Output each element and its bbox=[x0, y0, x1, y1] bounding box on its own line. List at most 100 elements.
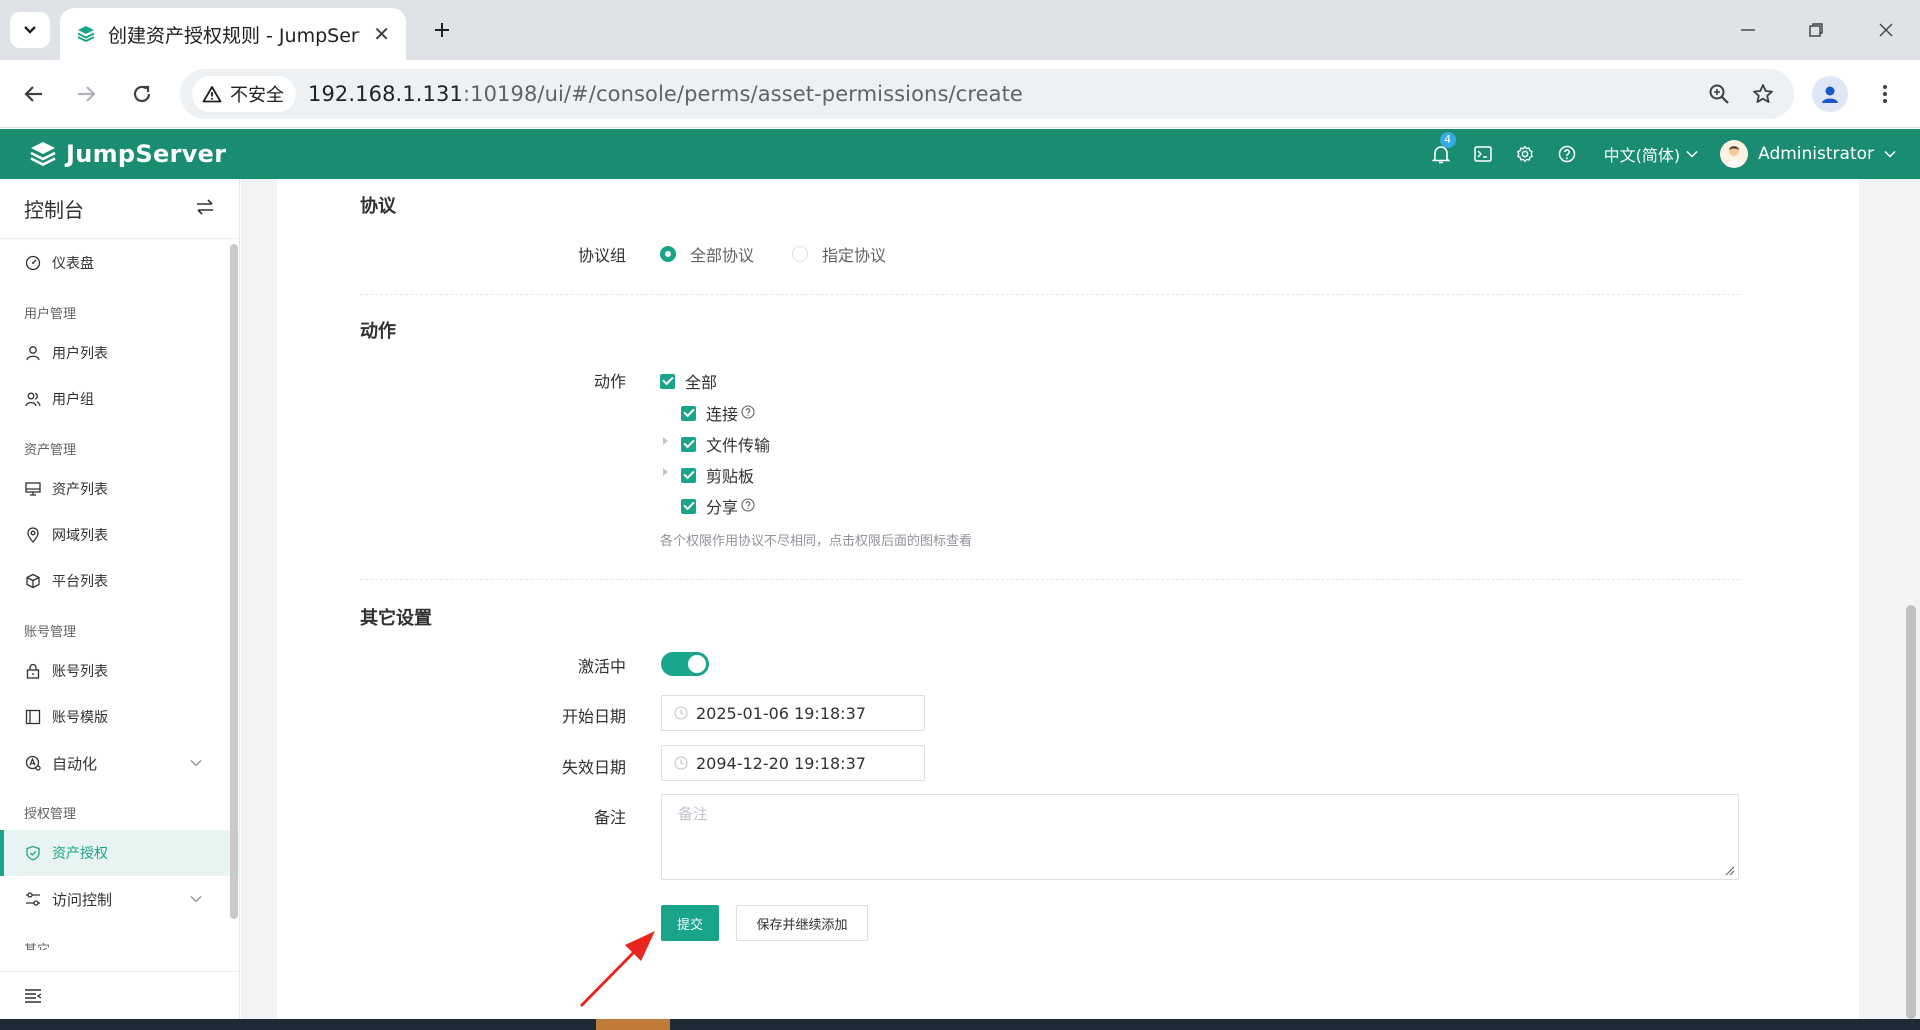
checkbox-checked bbox=[660, 373, 675, 389]
sidebar-item-account-template[interactable]: 账号模版 bbox=[0, 694, 240, 740]
checkbox-action-connect[interactable]: 连接 bbox=[681, 401, 755, 425]
sidebar-item-label: 账号模版 bbox=[52, 710, 108, 726]
checkbox-action-transfer[interactable]: 文件传输 bbox=[681, 432, 770, 456]
app-header: JumpServer 4 中文(简体) Administrator bbox=[0, 129, 1920, 179]
expand-caret-icon[interactable] bbox=[663, 437, 668, 445]
checkbox-action-share[interactable]: 分享 bbox=[681, 494, 755, 518]
chevron-down-icon bbox=[1884, 150, 1896, 158]
web-terminal-button[interactable] bbox=[1462, 129, 1504, 179]
checkbox-action-all[interactable]: 全部 bbox=[660, 369, 717, 393]
browser-tab-active[interactable]: 创建资产授权规则 - JumpServer ✕ bbox=[60, 8, 406, 60]
sidebar-item-user-groups[interactable]: 用户组 bbox=[0, 376, 240, 422]
sidebar-item-account-list[interactable]: 账号列表 bbox=[0, 648, 240, 694]
start-date-label: 开始日期 bbox=[561, 707, 626, 726]
tab-search-button[interactable] bbox=[10, 12, 50, 48]
new-tab-button[interactable] bbox=[424, 12, 460, 48]
settings-button[interactable] bbox=[1504, 129, 1546, 179]
checkbox-action-clipboard[interactable]: 剪贴板 bbox=[681, 463, 754, 487]
resize-handle-icon[interactable] bbox=[1725, 866, 1735, 876]
gear-icon bbox=[1516, 145, 1533, 163]
brand-name: JumpServer bbox=[66, 140, 227, 168]
chevron-down-icon bbox=[24, 26, 36, 34]
sidebar-item-dashboard[interactable]: 仪表盘 bbox=[0, 240, 240, 286]
sidebar-item-access-control[interactable]: 访问控制 bbox=[0, 876, 240, 922]
clock-icon bbox=[674, 706, 688, 720]
jumpserver-logo-icon bbox=[30, 142, 56, 166]
sidebar-title: 控制台 bbox=[24, 198, 84, 222]
browser-tab-bar: 创建资产授权规则 - JumpServer ✕ bbox=[0, 0, 1920, 60]
sidebar-item-label: 用户组 bbox=[52, 392, 94, 408]
sidebar-item-label: 自动化 bbox=[52, 754, 98, 773]
checkbox-label: 文件传输 bbox=[706, 436, 771, 455]
active-switch[interactable] bbox=[661, 652, 709, 676]
section-title-protocol: 协议 bbox=[360, 196, 396, 217]
os-taskbar bbox=[0, 1019, 1920, 1030]
user-avatar-icon bbox=[1725, 146, 1744, 167]
help-circle-icon[interactable] bbox=[741, 404, 755, 423]
security-indicator[interactable]: 不安全 bbox=[192, 76, 296, 112]
checkbox-checked bbox=[681, 405, 696, 421]
zoom-icon[interactable] bbox=[1708, 83, 1730, 105]
sidebar-scrollbar[interactable] bbox=[230, 244, 238, 919]
actions-hint: 各个权限作用协议不尽相同，点击权限后面的图标查看 bbox=[660, 534, 973, 549]
save-and-continue-button[interactable]: 保存并继续添加 bbox=[736, 905, 868, 941]
address-bar[interactable]: 不安全 192.168.1.131:10198/ui/#/console/per… bbox=[180, 69, 1794, 119]
annotation-arrow-icon bbox=[579, 931, 655, 1008]
sidebar-item-label: 账号列表 bbox=[52, 664, 108, 680]
help-circle-icon[interactable] bbox=[741, 497, 755, 516]
sidebar-item-user-list[interactable]: 用户列表 bbox=[0, 330, 240, 376]
notifications-button[interactable]: 4 bbox=[1420, 129, 1462, 179]
checkbox-label: 剪贴板 bbox=[706, 467, 755, 486]
radio-label: 全部协议 bbox=[690, 246, 755, 265]
browser-menu-button[interactable] bbox=[1870, 76, 1900, 112]
back-button[interactable] bbox=[14, 74, 54, 114]
sidebar-item-asset-list[interactable]: 资产列表 bbox=[0, 466, 240, 512]
reload-button[interactable] bbox=[122, 74, 162, 114]
jumpserver-favicon-icon bbox=[77, 26, 95, 43]
arrow-left-icon bbox=[24, 86, 42, 102]
browser-profile-button[interactable] bbox=[1812, 76, 1848, 112]
browser-toolbar: 不安全 192.168.1.131:10198/ui/#/console/per… bbox=[0, 60, 1920, 128]
checkbox-label: 分享 bbox=[706, 498, 739, 517]
start-date-input[interactable]: 2025-01-06 19:18:37 bbox=[661, 695, 925, 731]
restore-icon bbox=[1809, 23, 1823, 37]
minimize-icon bbox=[1741, 29, 1755, 31]
sidebar-item-automation[interactable]: 自动化 bbox=[0, 740, 240, 786]
plus-icon bbox=[435, 23, 449, 37]
expand-caret-icon[interactable] bbox=[663, 468, 668, 476]
tab-close-icon[interactable]: ✕ bbox=[373, 22, 390, 46]
submit-button[interactable]: 提交 bbox=[661, 905, 719, 941]
section-divider bbox=[360, 294, 1740, 295]
sidebar-menu[interactable]: 仪表盘 用户管理 用户列表 用户组 资产管理 资产列表 网域列表 平台列表 账号… bbox=[0, 240, 240, 950]
language-selector[interactable]: 中文(简体) bbox=[1604, 142, 1699, 166]
window-minimize-button[interactable] bbox=[1728, 10, 1768, 50]
user-menu[interactable]: Administrator bbox=[1720, 140, 1896, 168]
comment-placeholder: 备注 bbox=[678, 805, 709, 823]
tab-title: 创建资产授权规则 - JumpServer bbox=[108, 24, 360, 47]
page-scrollbar[interactable] bbox=[1906, 605, 1916, 1019]
window-close-button[interactable] bbox=[1866, 10, 1906, 50]
forward-button[interactable] bbox=[66, 74, 106, 114]
actions-label: 动作 bbox=[593, 372, 626, 391]
sidebar-collapse-button[interactable] bbox=[0, 971, 240, 1019]
section-divider bbox=[360, 579, 1740, 580]
sidebar-item-asset-perms[interactable]: 资产授权 bbox=[0, 830, 240, 876]
sidebar-item-platform-list[interactable]: 平台列表 bbox=[0, 558, 240, 604]
end-date-value: 2094-12-20 19:18:37 bbox=[696, 753, 866, 773]
help-button[interactable] bbox=[1546, 129, 1588, 179]
taskbar-app[interactable] bbox=[596, 1019, 670, 1030]
comment-textarea[interactable]: 备注 bbox=[661, 794, 1739, 880]
url-text[interactable]: 192.168.1.131:10198/ui/#/console/perms/a… bbox=[308, 82, 1023, 106]
sidebar-header: 控制台 bbox=[0, 179, 239, 239]
bookmark-star-icon[interactable] bbox=[1752, 83, 1774, 105]
sidebar-item-label: 用户列表 bbox=[52, 346, 108, 362]
app-logo[interactable]: JumpServer bbox=[28, 139, 226, 169]
radio-specific-protocols[interactable]: 指定协议 bbox=[792, 242, 886, 266]
sidebar-item-label: 网域列表 bbox=[52, 528, 108, 544]
end-date-input[interactable]: 2094-12-20 19:18:37 bbox=[661, 745, 925, 781]
radio-all-protocols[interactable]: 全部协议 bbox=[660, 242, 754, 266]
sidebar-item-zone-list[interactable]: 网域列表 bbox=[0, 512, 240, 558]
location-pin-icon bbox=[24, 526, 42, 544]
view-switch-icon[interactable] bbox=[195, 198, 215, 220]
window-restore-button[interactable] bbox=[1796, 10, 1836, 50]
